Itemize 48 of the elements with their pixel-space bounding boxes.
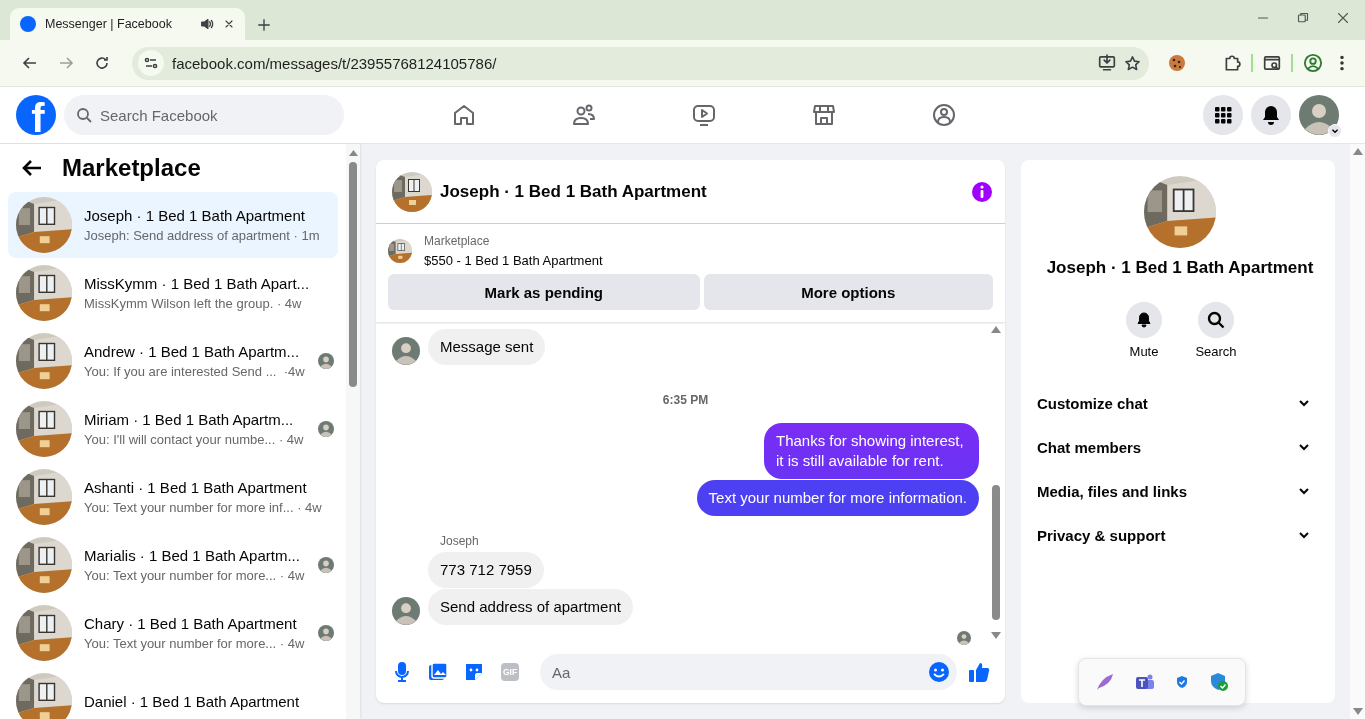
message-preview: You: I'll will contact your numbe... · 4w: [84, 432, 305, 447]
conversation-item[interactable]: Miriam · 1 Bed 1 Bath Apartm... You: I'll will contact your numbe... · 4w: [8, 396, 338, 462]
section-label: Media, files and links: [1037, 482, 1188, 500]
message-bubble: 773 712 7959: [428, 552, 544, 589]
conversation-item[interactable]: Joseph · 1 Bed 1 Bath Apartment Joseph: Send address of apartment · 1m: [8, 192, 338, 258]
mark-pending-button[interactable]: Mark as pending: [388, 274, 700, 310]
listing-label: Marketplace: [424, 234, 491, 248]
conversation-name: Chary · 1 Bed 1 Bath Apartment: [84, 615, 298, 632]
conversation-name: MissKymm · 1 Bed 1 Bath Apart...: [84, 275, 311, 292]
section-title: Marketplace: [62, 154, 201, 182]
browser-tab[interactable]: Messenger | Facebook: [10, 8, 245, 40]
conversation-item[interactable]: Chary · 1 Bed 1 Bath Apartment You: Text your number for more... · 4w: [8, 600, 338, 666]
conversation-name: Andrew · 1 Bed 1 Bath Apartm...: [84, 343, 301, 360]
home-logo[interactable]: f: [16, 95, 56, 135]
message-bubble: Text your number for more information.: [696, 479, 979, 516]
message-bubble: Send address of apartment: [428, 589, 633, 625]
listing-title: $550 - 1 Bed 1 Bath Apartment: [424, 253, 603, 268]
conversation-item[interactable]: MissKymm · 1 Bed 1 Bath Apart... MissKymm Wilson left the group. · 4w: [8, 260, 338, 326]
action-label: Mute: [1129, 344, 1159, 359]
conversation-item[interactable]: Daniel · 1 Bed 1 Bath Apartment: [8, 668, 338, 719]
message-preview: You: Text your number for more inf... · 4w: [84, 500, 323, 515]
conversation-title: Joseph · 1 Bed 1 Bath Apartment: [1045, 258, 1315, 278]
message-preview: You: If you are interested Send ... ·4w: [84, 364, 306, 379]
address-bar[interactable]: facebook.com/messages/t/23955768124105786/: [132, 46, 1149, 80]
message-bubble: Thanks for showing interest, it is still available for rent.: [764, 422, 979, 479]
conversation-item[interactable]: Andrew · 1 Bed 1 Bath Apartm... You: If you are interested Send ... ·4w: [8, 328, 338, 394]
search-field[interactable]: Search Facebook: [64, 95, 344, 135]
conversation-item[interactable]: Marialis · 1 Bed 1 Bath Apartm... You: Text your number for more... · 4w: [8, 532, 338, 598]
message-preview: MissKymm Wilson left the group. · 4w: [84, 296, 303, 311]
section-label: Privacy & support: [1037, 526, 1166, 544]
more-options-button[interactable]: More options: [703, 274, 993, 310]
message-field[interactable]: Aa: [540, 654, 957, 690]
conversation-name: Miriam · 1 Bed 1 Bath Apartm...: [84, 411, 295, 428]
message-bubble: Message sent: [428, 328, 546, 365]
conversation-item[interactable]: Ashanti · 1 Bed 1 Bath Apartment You: Text your number for more inf... · 4w: [8, 464, 338, 530]
message-preview: You: Text your number for more... · 4w: [84, 568, 306, 583]
chat-title: Joseph · 1 Bed 1 Bath Apartment: [440, 181, 708, 202]
conversation-name: Joseph · 1 Bed 1 Bath Apartment: [84, 207, 306, 224]
action-label: Search: [1195, 344, 1237, 359]
section-label: Customize chat: [1037, 394, 1148, 412]
section-label: Chat members: [1037, 438, 1142, 456]
message-preview: You: Text your number for more... · 4w: [84, 636, 306, 651]
message-preview: Joseph: Send address of apartment · 1m: [84, 228, 321, 243]
conversation-name: Daniel · 1 Bed 1 Bath Apartment: [84, 692, 301, 710]
sender-name: Joseph: [439, 532, 480, 550]
conversation-name: Ashanti · 1 Bed 1 Bath Apartment: [84, 479, 308, 496]
conversation-name: Marialis · 1 Bed 1 Bath Apartm...: [84, 547, 301, 564]
timestamp: 6:35 PM: [661, 391, 710, 409]
